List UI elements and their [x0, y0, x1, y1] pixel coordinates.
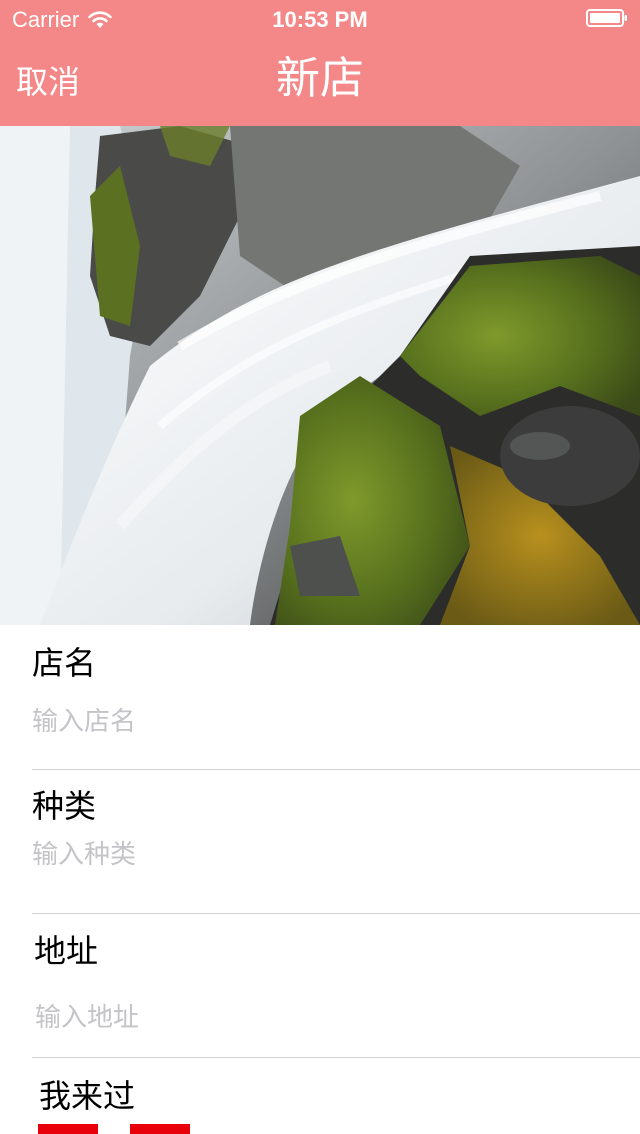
page-title: 新店	[276, 53, 364, 104]
status-bar: Carrier 10:53 PM	[0, 0, 640, 40]
shop-type-field: 种类	[32, 770, 640, 913]
been-here-label: 我来过	[39, 1077, 136, 1115]
shop-name-label: 店名	[32, 644, 97, 682]
battery-icon	[586, 9, 627, 27]
shop-address-field: 地址	[32, 914, 640, 1057]
status-time: 10:53 PM	[272, 7, 368, 32]
shop-photo[interactable]	[0, 126, 640, 625]
shop-type-label: 种类	[32, 787, 97, 825]
separator	[32, 1057, 640, 1058]
waterfall-photo-image	[0, 126, 640, 625]
navigation-bar: 取消 新店	[0, 40, 640, 126]
shop-name-field: 店名	[32, 625, 640, 769]
been-here-no-button[interactable]	[130, 1124, 190, 1134]
shop-address-input[interactable]	[35, 1000, 595, 1036]
shop-type-input[interactable]	[32, 837, 592, 873]
cancel-button[interactable]: 取消	[16, 60, 80, 104]
shop-name-input[interactable]	[32, 704, 592, 740]
shop-address-label: 地址	[34, 932, 99, 970]
been-here-yes-button[interactable]	[38, 1124, 98, 1134]
